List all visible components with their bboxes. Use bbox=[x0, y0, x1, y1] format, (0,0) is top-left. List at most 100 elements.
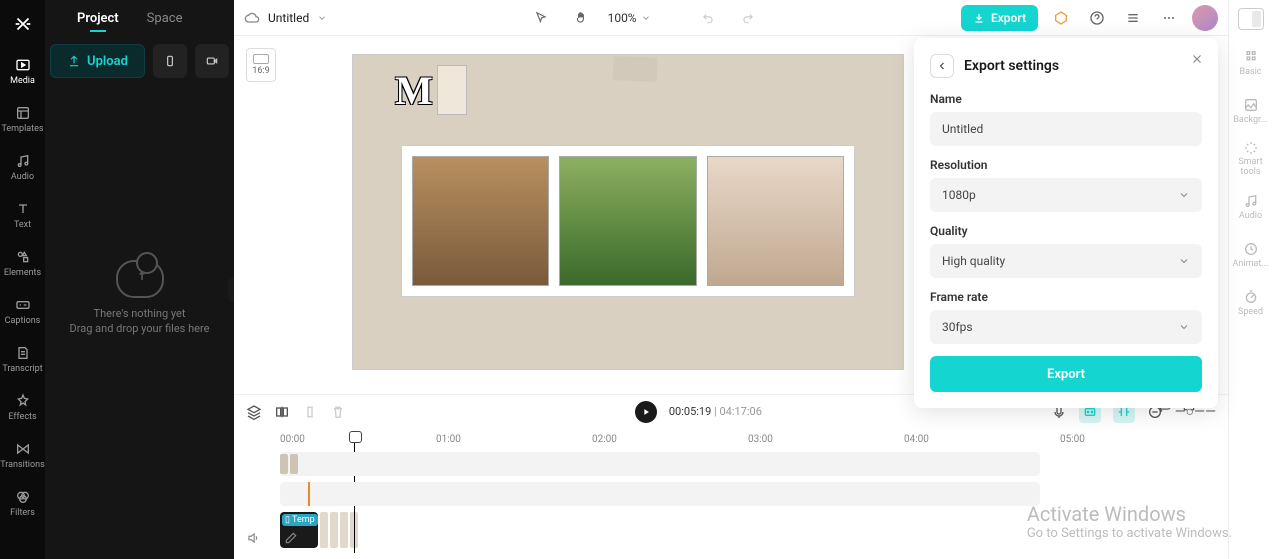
rr-speed[interactable]: Speed bbox=[1229, 280, 1272, 326]
clip-thumb[interactable] bbox=[320, 512, 328, 548]
export-settings-panel: Export settings Name Resolution 1080p Qu… bbox=[914, 38, 1218, 408]
rail-templates[interactable]: Templates bbox=[0, 96, 45, 142]
chevron-down-icon bbox=[1178, 255, 1190, 267]
split-icon[interactable] bbox=[274, 404, 290, 420]
win-line2: Go to Settings to activate Windows. bbox=[1027, 526, 1232, 541]
close-icon[interactable] bbox=[1190, 52, 1204, 66]
win-line1: Activate Windows bbox=[1027, 502, 1232, 526]
premium-icon[interactable] bbox=[1048, 5, 1074, 31]
overlay-track[interactable] bbox=[280, 482, 1040, 506]
resolution-value: 1080p bbox=[942, 188, 976, 202]
redo-button[interactable] bbox=[735, 5, 761, 31]
chevron-down-icon bbox=[1178, 321, 1190, 333]
clip-thumb[interactable] bbox=[340, 512, 348, 548]
layers-icon[interactable] bbox=[246, 404, 262, 420]
empty-line2: Drag and drop your files here bbox=[70, 322, 210, 335]
rr-label: Animat... bbox=[1233, 259, 1269, 269]
export-button[interactable]: Export bbox=[961, 5, 1038, 31]
preview-canvas[interactable]: M bbox=[352, 54, 904, 370]
app-logo[interactable] bbox=[9, 10, 37, 38]
rail-label: Captions bbox=[5, 317, 41, 326]
panel-actions: Upload bbox=[45, 44, 234, 78]
captions-icon bbox=[14, 296, 32, 314]
download-icon bbox=[973, 12, 985, 24]
rr-label: Speed bbox=[1238, 307, 1263, 317]
time-mark: 02:00 bbox=[592, 434, 748, 452]
overlay-text: M bbox=[395, 67, 433, 114]
media-icon bbox=[14, 56, 32, 74]
resolution-select[interactable]: 1080p bbox=[930, 178, 1202, 212]
hand-tool[interactable] bbox=[568, 5, 594, 31]
avatar[interactable] bbox=[1192, 5, 1218, 31]
photo-1 bbox=[412, 156, 549, 286]
record-button[interactable] bbox=[195, 44, 229, 78]
rail-transitions[interactable]: Transitions bbox=[0, 432, 45, 478]
rr-background[interactable]: Backgr... bbox=[1229, 88, 1272, 134]
export-label: Export bbox=[991, 11, 1026, 25]
tab-project[interactable]: Project bbox=[77, 11, 119, 26]
upload-button[interactable]: Upload bbox=[50, 44, 145, 78]
fps-select[interactable]: 30fps bbox=[930, 310, 1202, 344]
rr-smart-tools[interactable]: Smart tools bbox=[1229, 136, 1272, 182]
back-button[interactable] bbox=[930, 54, 954, 78]
zoom-value: 100% bbox=[608, 11, 637, 25]
export-go-button[interactable]: Export bbox=[930, 356, 1202, 392]
name-label: Name bbox=[930, 92, 1202, 106]
more-icon[interactable] bbox=[1156, 5, 1182, 31]
rail-label: Text bbox=[14, 221, 31, 230]
device-button[interactable] bbox=[153, 44, 187, 78]
rr-basic[interactable]: Basic bbox=[1229, 40, 1272, 86]
rr-animation[interactable]: Animat... bbox=[1229, 232, 1272, 278]
empty-line1: There's nothing yet bbox=[94, 307, 186, 320]
speaker-icon[interactable] bbox=[246, 531, 260, 545]
text-track[interactable] bbox=[280, 452, 1040, 476]
rail-label: Effects bbox=[8, 413, 36, 422]
clip-thumb[interactable] bbox=[330, 512, 338, 548]
rail-audio[interactable]: Audio bbox=[0, 144, 45, 190]
settings-icon[interactable] bbox=[1120, 5, 1146, 31]
rail-elements[interactable]: Elements bbox=[0, 240, 45, 286]
effects-icon bbox=[14, 392, 32, 410]
time-mark: 03:00 bbox=[748, 434, 904, 452]
panel-toggle[interactable] bbox=[1238, 8, 1264, 30]
fps-label: Frame rate bbox=[930, 290, 1202, 304]
doc-title[interactable]: Untitled bbox=[244, 10, 327, 26]
marker[interactable] bbox=[308, 482, 310, 506]
time-mark: 01:00 bbox=[436, 434, 592, 452]
chevron-down-icon bbox=[1178, 189, 1190, 201]
rail-media[interactable]: Media bbox=[0, 48, 45, 94]
time-mark: 05:00 bbox=[1060, 434, 1216, 452]
tab-space[interactable]: Space bbox=[147, 11, 183, 26]
rail-label: Media bbox=[10, 77, 35, 86]
rr-audio[interactable]: Audio bbox=[1229, 184, 1272, 230]
cursor-tool[interactable] bbox=[528, 5, 554, 31]
resolution-label: Resolution bbox=[930, 158, 1202, 172]
play-button[interactable] bbox=[635, 401, 657, 423]
rail-effects[interactable]: Effects bbox=[0, 384, 45, 430]
rail-filters[interactable]: Filters bbox=[0, 480, 45, 526]
rail-label: Audio bbox=[11, 173, 34, 182]
edit-icon[interactable] bbox=[284, 531, 298, 545]
time-mark: 04:00 bbox=[904, 434, 1060, 452]
rail-label: Transcript bbox=[2, 365, 42, 374]
quality-select[interactable]: High quality bbox=[930, 244, 1202, 278]
drop-area[interactable]: There's nothing yet Drag and drop your f… bbox=[45, 260, 234, 337]
cut-icon[interactable] bbox=[302, 404, 318, 420]
rr-label: Audio bbox=[1239, 211, 1262, 221]
video-track[interactable]: ▯ Temp bbox=[280, 512, 1040, 548]
time-ruler[interactable]: 00:00 01:00 02:00 03:00 04:00 05:00 bbox=[280, 434, 1216, 452]
rail-captions[interactable]: Captions bbox=[0, 288, 45, 334]
transcript-icon bbox=[14, 344, 32, 362]
rr-label: Backgr... bbox=[1233, 115, 1267, 125]
zoom-select[interactable]: 100% bbox=[608, 11, 651, 25]
windows-activation-overlay: Activate Windows Go to Settings to activ… bbox=[1027, 502, 1232, 541]
aspect-ratio-button[interactable]: 16:9 bbox=[246, 48, 276, 82]
photo-3 bbox=[707, 156, 844, 286]
undo-button[interactable] bbox=[695, 5, 721, 31]
cloud-upload-icon bbox=[116, 260, 164, 298]
rail-transcript[interactable]: Transcript bbox=[0, 336, 45, 382]
rail-text[interactable]: Text bbox=[0, 192, 45, 238]
help-icon[interactable] bbox=[1084, 5, 1110, 31]
name-input[interactable] bbox=[930, 112, 1202, 146]
delete-icon[interactable] bbox=[330, 404, 346, 420]
